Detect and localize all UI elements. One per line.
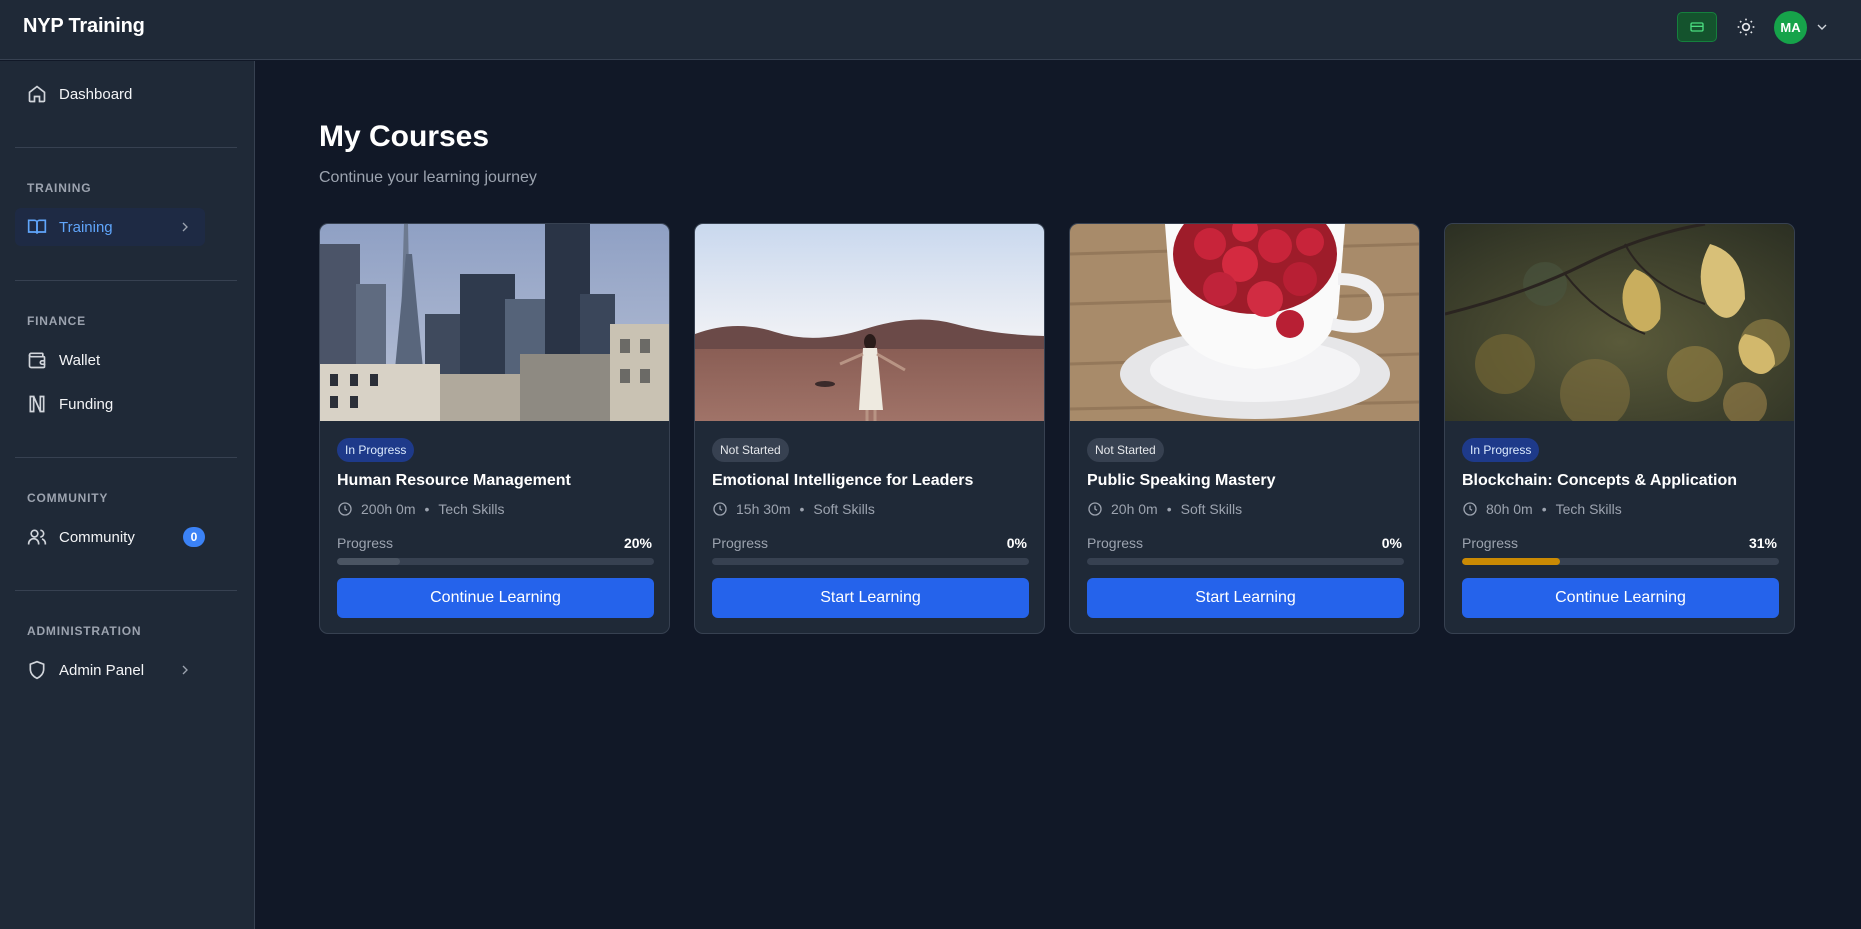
progress-percent: 20% xyxy=(623,535,652,551)
continue-learning-button[interactable]: Continue Learning xyxy=(337,578,654,618)
chevron-down-icon[interactable] xyxy=(1814,19,1830,35)
progress-label: Progress xyxy=(1087,535,1144,551)
user-avatar[interactable]: MA xyxy=(1774,11,1807,44)
course-meta: 200h 0m • Tech Skills xyxy=(337,501,505,517)
progress-label: Progress xyxy=(1462,535,1519,551)
course-title[interactable]: Emotional Intelligence for Leaders xyxy=(712,472,973,490)
credit-card-icon xyxy=(1690,22,1704,32)
notification-badge: 0 xyxy=(183,527,205,547)
progress-label: Progress xyxy=(712,535,769,551)
sidebar-item-admin-panel[interactable]: Admin Panel xyxy=(15,651,205,689)
section-label-administration: ADMINISTRATION xyxy=(27,624,142,638)
progress-bar-fill xyxy=(337,558,401,565)
course-title[interactable]: Blockchain: Concepts & Application xyxy=(1462,472,1737,490)
course-meta: 20h 0m • Soft Skills xyxy=(1087,501,1242,517)
course-category: Tech Skills xyxy=(438,501,505,517)
divider xyxy=(15,280,237,281)
course-card[interactable]: In Progress Blockchain: Concepts & Appli… xyxy=(1444,223,1795,634)
course-category: Soft Skills xyxy=(813,501,875,517)
start-learning-button[interactable]: Start Learning xyxy=(712,578,1029,618)
course-thumbnail-leaves[interactable] xyxy=(1445,224,1794,421)
shield-icon xyxy=(27,660,47,680)
sidebar-item-dashboard[interactable]: Dashboard xyxy=(15,75,205,113)
course-title[interactable]: Public Speaking Mastery xyxy=(1087,472,1276,490)
funding-icon xyxy=(27,394,47,414)
progress-bar xyxy=(712,558,1029,565)
course-duration: 200h 0m xyxy=(361,501,416,517)
sidebar-item-training[interactable]: Training xyxy=(15,208,205,246)
sidebar-item-label: Wallet xyxy=(59,351,101,369)
sidebar-item-label: Training xyxy=(59,218,113,236)
theme-toggle-button[interactable] xyxy=(1732,13,1760,41)
users-icon xyxy=(27,527,47,547)
status-badge: Not Started xyxy=(1087,438,1164,462)
course-meta: 80h 0m • Tech Skills xyxy=(1462,501,1622,517)
sidebar-item-label: Funding xyxy=(59,395,114,413)
course-meta: 15h 30m • Soft Skills xyxy=(712,501,875,517)
wallet-button[interactable] xyxy=(1677,12,1717,42)
progress-bar xyxy=(1462,558,1779,565)
sidebar-item-label: Dashboard xyxy=(59,85,133,103)
divider xyxy=(15,590,237,591)
top-bar: NYP Training MA xyxy=(0,0,1861,60)
progress-percent: 0% xyxy=(1006,535,1027,551)
course-duration: 15h 30m xyxy=(736,501,791,517)
sidebar: Dashboard TRAINING Training FINANCE Wall… xyxy=(0,61,255,929)
page-title: My Courses xyxy=(319,120,490,153)
course-card[interactable]: In Progress Human Resource Management 20… xyxy=(319,223,670,634)
status-badge: In Progress xyxy=(337,438,415,462)
clock-icon xyxy=(338,502,352,516)
meta-separator: • xyxy=(1166,501,1172,517)
status-badge: In Progress xyxy=(1462,438,1540,462)
section-label-finance: FINANCE xyxy=(27,314,86,328)
chevron-right-icon xyxy=(182,222,188,232)
course-thumbnail-desert[interactable] xyxy=(695,224,1044,421)
course-card[interactable]: Not Started Public Speaking Mastery 20h … xyxy=(1069,223,1420,634)
clock-icon xyxy=(1088,502,1102,516)
course-duration: 80h 0m xyxy=(1486,501,1533,517)
course-category: Tech Skills xyxy=(1555,501,1622,517)
sidebar-item-label: Admin Panel xyxy=(59,661,145,679)
wallet-icon xyxy=(27,350,47,370)
sidebar-item-wallet[interactable]: Wallet xyxy=(15,341,205,379)
meta-separator: • xyxy=(799,501,805,517)
meta-separator: • xyxy=(424,501,430,517)
meta-separator: • xyxy=(1541,501,1547,517)
home-icon xyxy=(27,84,47,104)
clock-icon xyxy=(713,502,727,516)
course-duration: 20h 0m xyxy=(1111,501,1158,517)
course-title[interactable]: Human Resource Management xyxy=(337,472,571,490)
progress-bar-fill xyxy=(1462,558,1561,565)
status-badge: Not Started xyxy=(712,438,789,462)
progress-percent: 0% xyxy=(1381,535,1402,551)
progress-bar xyxy=(337,558,654,565)
progress-percent: 31% xyxy=(1748,535,1777,551)
sun-icon xyxy=(1737,18,1755,36)
divider xyxy=(15,147,237,148)
progress-bar xyxy=(1087,558,1404,565)
course-category: Soft Skills xyxy=(1180,501,1243,517)
sidebar-item-funding[interactable]: Funding xyxy=(15,385,205,423)
start-learning-button[interactable]: Start Learning xyxy=(1087,578,1404,618)
section-label-training: TRAINING xyxy=(27,181,92,195)
progress-label: Progress xyxy=(337,535,394,551)
book-open-icon xyxy=(27,217,47,237)
clock-icon xyxy=(1463,502,1477,516)
section-label-community: COMMUNITY xyxy=(27,491,109,505)
page-subtitle: Continue your learning journey xyxy=(319,169,537,186)
sidebar-item-label: Community xyxy=(59,528,135,546)
divider xyxy=(15,457,237,458)
brand-title[interactable]: NYP Training xyxy=(23,15,145,38)
continue-learning-button[interactable]: Continue Learning xyxy=(1462,578,1779,618)
course-thumbnail-city[interactable] xyxy=(320,224,669,421)
course-card[interactable]: Not Started Emotional Intelligence for L… xyxy=(694,223,1045,634)
sidebar-item-community[interactable]: Community 0 xyxy=(15,518,205,556)
course-thumbnail-raspberries[interactable] xyxy=(1070,224,1419,421)
chevron-right-icon xyxy=(182,665,188,675)
